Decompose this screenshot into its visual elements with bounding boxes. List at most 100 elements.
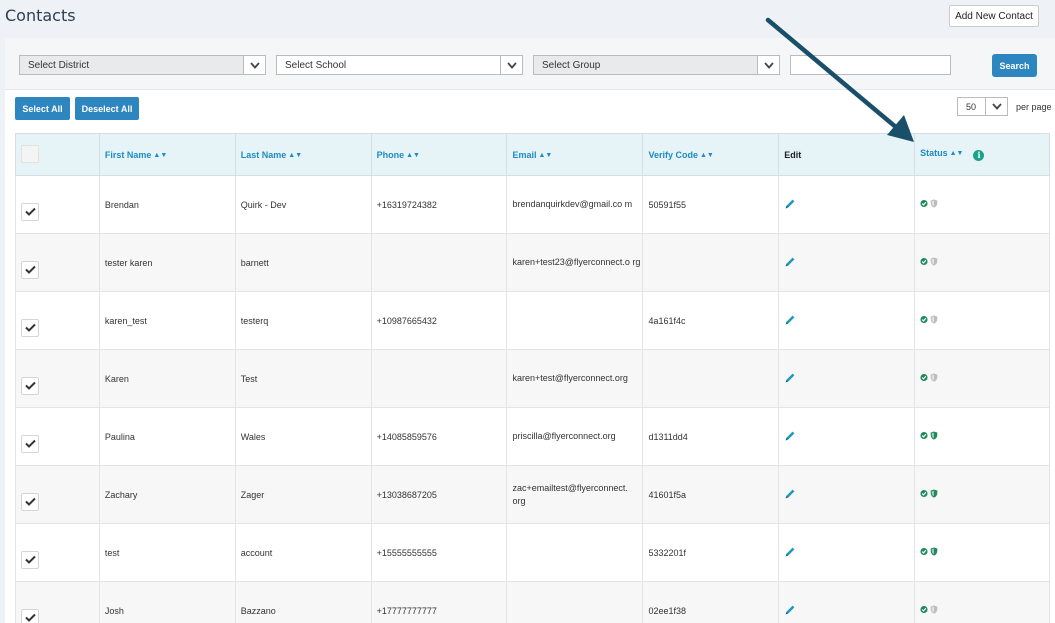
table-row: tester karen barnett karen+test23@flyercon…: [15, 233, 1050, 292]
school-select[interactable]: Select School: [276, 55, 523, 75]
cell-edit: [778, 349, 916, 408]
cell-phone: +13038687205: [370, 465, 508, 524]
pencil-icon[interactable]: [784, 489, 796, 502]
cell-first-name: Josh: [98, 581, 236, 623]
cell-status: [914, 291, 1050, 350]
contacts-table: First Name ▲▼ Last Name ▲▼ Phone ▲▼ Email ▲▼…: [15, 133, 1050, 623]
check-icon: [24, 555, 36, 564]
row-checkbox[interactable]: [21, 318, 39, 337]
table-row: test account +15555555555 5332201f: [15, 523, 1050, 582]
shield-icon: [930, 431, 938, 440]
cell-phone: +10987665432: [370, 291, 508, 350]
cell-email: karen+test@flyerconnect.org: [506, 349, 644, 408]
row-checkbox[interactable]: [21, 608, 39, 623]
column-edit: Edit: [778, 133, 916, 176]
sort-icon: ▲▼: [538, 151, 553, 159]
select-all-checkbox[interactable]: [21, 144, 39, 163]
cell-last-name: Bazzano: [234, 581, 372, 623]
shield-icon: [930, 605, 938, 614]
row-select-cell: [15, 523, 100, 582]
deselect-all-button[interactable]: Deselect All: [75, 97, 139, 120]
row-checkbox[interactable]: [21, 434, 39, 453]
sort-status[interactable]: Status ▲▼ i: [914, 133, 1050, 176]
select-all-button[interactable]: Select All: [15, 97, 70, 120]
pencil-icon[interactable]: [784, 315, 796, 328]
cell-email: brendanquirkdev@gmail.co m: [506, 175, 644, 234]
sort-email[interactable]: Email ▲▼: [506, 133, 644, 176]
column-label-edit: Edit: [784, 149, 802, 160]
district-select[interactable]: Select District: [19, 55, 266, 75]
cell-status: [914, 523, 1050, 582]
column-label-verify-code: Verify Code: [648, 149, 698, 160]
cell-verify-code: [642, 349, 780, 408]
contacts-panel: Select District Select School Select Gro…: [5, 38, 1055, 623]
cell-status: [914, 465, 1050, 524]
search-button[interactable]: Search: [992, 54, 1037, 77]
row-select-cell: [15, 175, 100, 234]
check-circle-icon: [920, 431, 928, 440]
shield-icon: [930, 547, 938, 556]
row-checkbox[interactable]: [21, 376, 39, 395]
pencil-icon[interactable]: [784, 605, 796, 618]
row-select-cell: [15, 291, 100, 350]
add-new-contact-button[interactable]: Add New Contact: [949, 5, 1039, 27]
table-row: karen_test testerq +10987665432 4a161f4c: [15, 291, 1050, 350]
check-icon: [24, 207, 36, 216]
table-header-row: First Name ▲▼ Last Name ▲▼ Phone ▲▼ Email ▲▼…: [15, 133, 1050, 176]
check-circle-icon: [920, 257, 928, 266]
cell-email: zac+emailtest@flyerconnect. org: [506, 465, 644, 524]
check-icon: [24, 439, 36, 448]
cell-email: [506, 523, 644, 582]
pencil-icon[interactable]: [784, 373, 796, 386]
cell-first-name: test: [98, 523, 236, 582]
check-icon: [24, 265, 36, 274]
table-row: Josh Bazzano +17777777777 02ee1f38: [15, 581, 1050, 623]
sort-icon: ▲▼: [288, 151, 303, 159]
group-select[interactable]: Select Group: [533, 55, 780, 75]
row-select-cell: [15, 465, 100, 524]
cell-edit: [778, 465, 916, 524]
check-circle-icon: [920, 199, 928, 208]
pencil-icon[interactable]: [784, 431, 796, 444]
per-page-select[interactable]: 50: [957, 97, 1008, 116]
row-checkbox[interactable]: [21, 260, 39, 279]
per-page-label: per page: [1016, 102, 1052, 112]
pencil-icon[interactable]: [784, 199, 796, 212]
check-icon: [24, 613, 36, 622]
check-icon: [24, 381, 36, 390]
row-select-cell: [15, 349, 100, 408]
search-input[interactable]: [790, 55, 951, 75]
check-icon: [24, 497, 36, 506]
check-circle-icon: [920, 315, 928, 324]
check-circle-icon: [920, 489, 928, 498]
cell-phone: +15555555555: [370, 523, 508, 582]
cell-phone: +17777777777: [370, 581, 508, 623]
cell-edit: [778, 291, 916, 350]
cell-last-name: Quirk - Dev: [234, 175, 372, 234]
sort-phone[interactable]: Phone ▲▼: [370, 133, 508, 176]
cell-edit: [778, 175, 916, 234]
row-checkbox[interactable]: [21, 202, 39, 221]
cell-email: karen+test23@flyerconnect.o rg: [506, 233, 644, 292]
school-select-label: Select School: [285, 59, 347, 71]
cell-phone: [370, 349, 508, 408]
cell-status: [914, 175, 1050, 234]
cell-last-name: Test: [234, 349, 372, 408]
column-label-last-name: Last Name: [240, 149, 287, 160]
header-select-cell: [15, 133, 100, 176]
chevron-down-icon: [757, 56, 779, 74]
cell-last-name: barnett: [234, 233, 372, 292]
row-select-cell: [15, 581, 100, 623]
pencil-icon[interactable]: [784, 547, 796, 560]
row-checkbox[interactable]: [21, 492, 39, 511]
sort-first-name[interactable]: First Name ▲▼: [98, 133, 236, 176]
row-checkbox[interactable]: [21, 550, 39, 569]
pencil-icon[interactable]: [784, 257, 796, 270]
sort-last-name[interactable]: Last Name ▲▼: [234, 133, 372, 176]
info-icon[interactable]: i: [973, 149, 985, 161]
column-label-phone: Phone: [376, 149, 405, 160]
cell-first-name: Paulina: [98, 407, 236, 466]
sort-verify-code[interactable]: Verify Code ▲▼: [642, 133, 780, 176]
filter-bar: Select District Select School Select Gro…: [5, 38, 1055, 90]
column-label-status: Status: [920, 148, 948, 159]
